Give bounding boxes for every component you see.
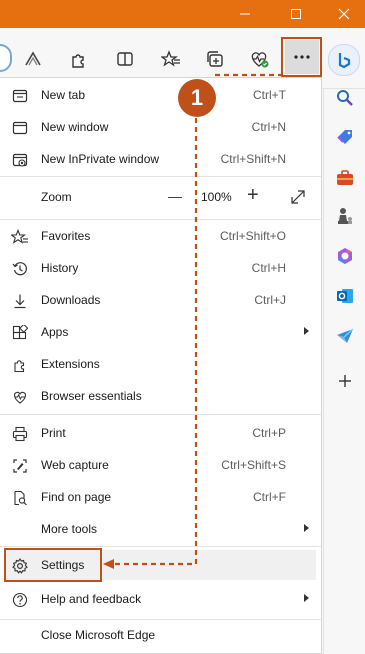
arrowhead-icon (103, 559, 114, 569)
annotation-dashed-arrow (112, 118, 198, 566)
step-number: 1 (190, 85, 204, 110)
step-number-badge: 1 (178, 79, 216, 117)
